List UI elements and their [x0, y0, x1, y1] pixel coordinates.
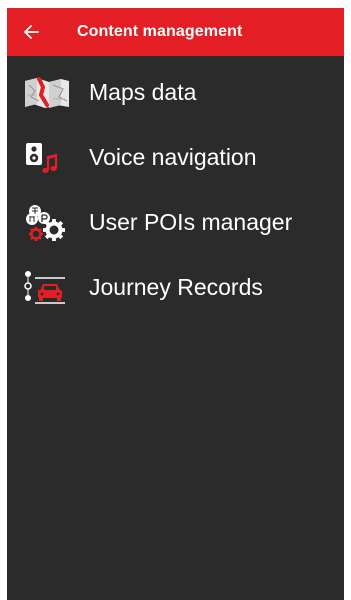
menu-item-label: Maps data [89, 79, 197, 105]
page-title: Content management [77, 23, 243, 40]
menu-item-label: Voice navigation [89, 144, 257, 170]
menu-item-journey-records[interactable]: Journey Records [7, 255, 344, 320]
menu-item-label: User POIs manager [89, 209, 293, 235]
speaker-music-icon [7, 125, 89, 190]
poi-gear-icon [7, 190, 89, 255]
map-icon [7, 60, 89, 125]
content-menu: Maps data Voice navigation User POIs man… [7, 56, 344, 320]
screen: Content management Maps data Voice navig… [7, 8, 344, 600]
menu-item-voice-navigation[interactable]: Voice navigation [7, 125, 344, 190]
menu-item-maps-data[interactable]: Maps data [7, 60, 344, 125]
app-bar: Content management [7, 8, 344, 56]
menu-item-user-pois-manager[interactable]: User POIs manager [7, 190, 344, 255]
journey-car-icon [7, 255, 89, 320]
back-button[interactable] [7, 8, 55, 56]
arrow-back-icon [24, 25, 39, 39]
menu-item-label: Journey Records [89, 274, 263, 300]
